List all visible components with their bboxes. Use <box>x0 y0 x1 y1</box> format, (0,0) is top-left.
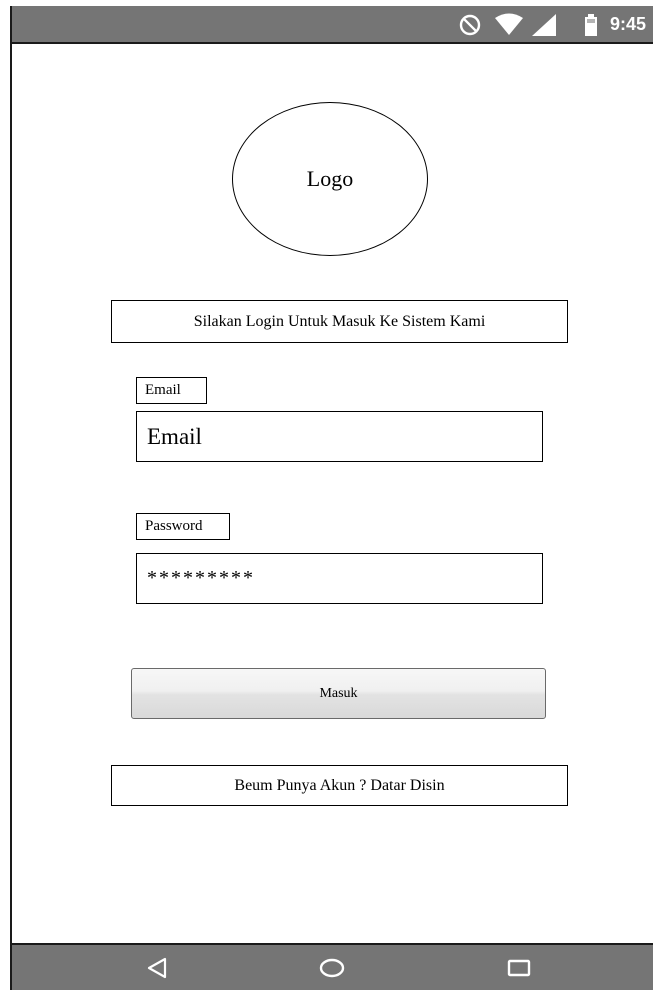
email-placeholder: Email <box>147 423 202 449</box>
back-icon[interactable] <box>145 956 169 980</box>
welcome-message: Silakan Login Untuk Masuk Ke Sistem Kami <box>111 300 568 343</box>
password-label: Password <box>136 513 230 540</box>
status-bar: 9:45 <box>12 6 653 44</box>
email-input[interactable]: Email <box>136 411 543 462</box>
email-label: Email <box>136 377 207 404</box>
logo-label: Logo <box>306 166 354 191</box>
register-text: Beum Punya Akun ? Datar Disin <box>234 776 445 794</box>
password-input[interactable]: ********* <box>136 553 543 604</box>
wifi-icon <box>495 13 523 35</box>
welcome-text: Silakan Login Untuk Masuk Ke Sistem Kami <box>193 312 486 330</box>
recent-apps-icon[interactable] <box>506 956 532 980</box>
password-value: ********* <box>147 567 255 589</box>
login-button[interactable]: Masuk <box>131 668 546 719</box>
logo: Logo <box>232 102 428 256</box>
register-link[interactable]: Beum Punya Akun ? Datar Disin <box>111 765 568 806</box>
status-time: 9:45 <box>610 14 647 34</box>
phone-screen: 9:45 Logo Silakan Login Untuk Masuk Ke S… <box>10 6 653 990</box>
home-icon[interactable] <box>319 956 345 980</box>
signal-icon <box>532 14 556 36</box>
battery-icon <box>585 14 597 36</box>
login-button-label: Masuk <box>319 685 358 701</box>
navigation-bar <box>12 943 653 990</box>
do-not-disturb-icon <box>459 14 481 36</box>
